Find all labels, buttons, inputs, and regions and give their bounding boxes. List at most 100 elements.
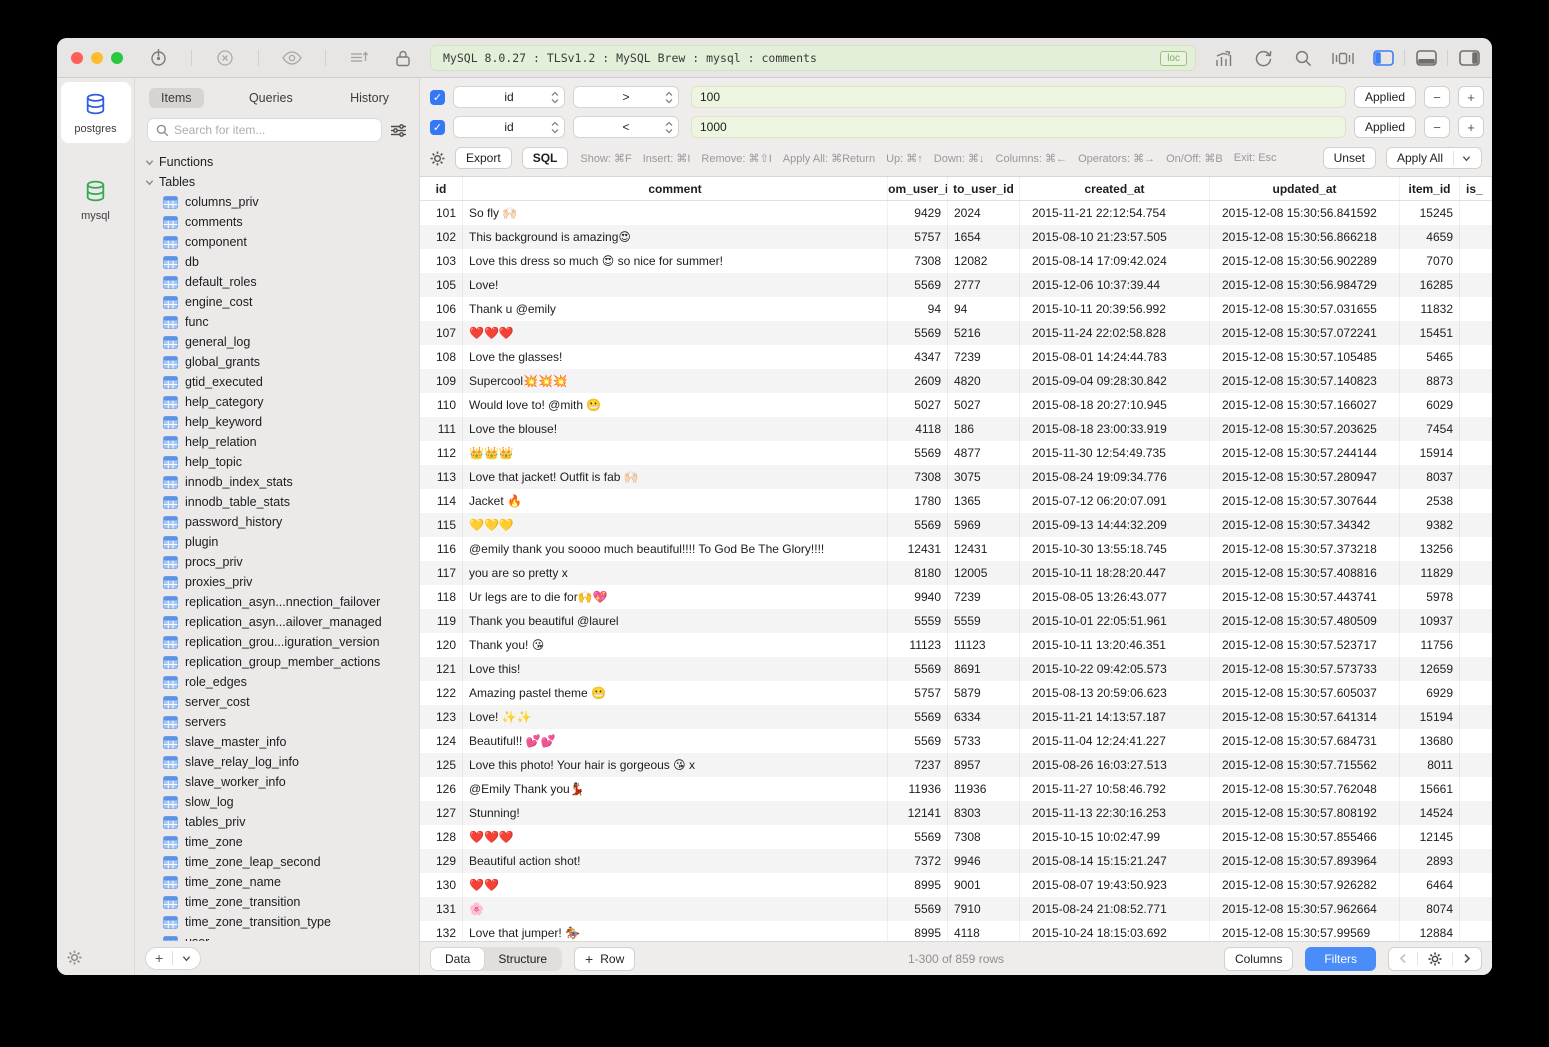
next-page-button[interactable] [1453,948,1481,970]
table-row[interactable]: 123Love! ✨✨556963342015-11-21 14:13:57.1… [420,705,1492,729]
table-row[interactable]: 128❤️❤️❤️556973082015-10-15 10:02:47.992… [420,825,1492,849]
filters-button[interactable]: Filters [1305,947,1376,971]
filter-operator-select[interactable]: > [573,86,679,108]
sidebar-table-item[interactable]: help_topic [135,452,419,472]
sidebar-table-item[interactable]: time_zone_transition [135,892,419,912]
column-header-id[interactable]: id [420,177,463,200]
sidebar-table-item[interactable]: password_history [135,512,419,532]
sidebar-table-item[interactable]: slave_worker_info [135,772,419,792]
sidebar-table-item[interactable]: columns_priv [135,192,419,212]
settings-gear-icon[interactable] [67,950,82,965]
sidebar-table-item[interactable]: comments [135,212,419,232]
column-header-comment[interactable]: comment [463,177,888,200]
connection-mysql[interactable]: mysql [61,169,131,230]
table-row[interactable]: 119Thank you beautiful @laurel5559555920… [420,609,1492,633]
tree-group-tables[interactable]: Tables [135,172,419,192]
page-settings-gear-icon[interactable] [1418,948,1452,970]
table-row[interactable]: 115💛💛💛556959692015-09-13 14:44:32.209201… [420,513,1492,537]
filter-value-input[interactable] [691,86,1346,108]
table-row[interactable]: 129Beautiful action shot!737299462015-08… [420,849,1492,873]
sidebar-table-item[interactable]: help_relation [135,432,419,452]
filter-enabled-checkbox[interactable]: ✓ [430,90,445,105]
sidebar-table-item[interactable]: help_keyword [135,412,419,432]
lock-icon[interactable] [392,47,414,69]
chart-icon[interactable] [1212,47,1234,69]
columns-button[interactable]: Columns [1224,947,1293,971]
tab-items[interactable]: Items [149,88,204,108]
filter-enabled-checkbox[interactable]: ✓ [430,120,445,135]
table-row[interactable]: 107❤️❤️❤️556952162015-11-24 22:02:58.828… [420,321,1492,345]
sidebar-table-item[interactable]: plugin [135,532,419,552]
minimize-window-button[interactable] [91,52,103,64]
filter-column-select[interactable]: id [453,116,565,138]
sidebar-table-item[interactable]: general_log [135,332,419,352]
sidebar-table-item[interactable]: slow_log [135,792,419,812]
sidebar-table-item[interactable]: help_category [135,392,419,412]
previous-page-button[interactable] [1389,948,1417,970]
remove-filter-button[interactable]: − [1424,116,1450,138]
toggle-right-panel-icon[interactable] [1458,47,1480,69]
disconnect-icon[interactable] [214,47,236,69]
table-row[interactable]: 126@Emily Thank you💃🏾11936119362015-11-2… [420,777,1492,801]
sidebar-table-item[interactable]: innodb_index_stats [135,472,419,492]
table-row[interactable]: 121Love this!556986912015-10-22 09:42:05… [420,657,1492,681]
table-row[interactable]: 131🌸556979102015-08-24 21:08:52.7712015-… [420,897,1492,921]
column-header-to_user_id[interactable]: to_user_id [948,177,1020,200]
filter-column-select[interactable]: id [453,86,565,108]
sidebar-table-item[interactable]: component [135,232,419,252]
add-row-button[interactable]: + Row [574,947,635,971]
add-item-menu-button[interactable] [173,948,200,969]
add-item-button[interactable]: + [146,948,172,969]
tab-structure[interactable]: Structure [484,948,561,970]
table-row[interactable]: 130❤️❤️899590012015-08-07 19:43:50.92320… [420,873,1492,897]
table-row[interactable]: 113Love that jacket! Outfit is fab 🙌🏻730… [420,465,1492,489]
column-header-is_[interactable]: is_ [1460,177,1492,200]
table-row[interactable]: 124Beautiful!! 💕💕556957332015-11-04 12:2… [420,729,1492,753]
column-header-updated_at[interactable]: updated_at [1210,177,1400,200]
sidebar-table-item[interactable]: slave_relay_log_info [135,752,419,772]
tab-data[interactable]: Data [431,948,484,970]
connection-postgres[interactable]: postgres [61,82,131,143]
table-row[interactable]: 122Amazing pastel theme 😬575758792015-08… [420,681,1492,705]
column-header-from_user_id[interactable]: from_user_id [888,177,948,200]
sidebar-table-item[interactable]: time_zone_leap_second [135,852,419,872]
sidebar-table-item[interactable]: func [135,312,419,332]
zoom-window-button[interactable] [111,52,123,64]
sidebar-table-item[interactable]: time_zone_transition_type [135,912,419,932]
commit-rows-icon[interactable] [348,47,370,69]
unset-button[interactable]: Unset [1323,147,1376,169]
table-row[interactable]: 110Would love to! @mith 😬502750272015-08… [420,393,1492,417]
sql-button[interactable]: SQL [522,147,569,169]
sidebar-table-item[interactable]: user [135,932,419,941]
table-row[interactable]: 125Love this photo! Your hair is gorgeou… [420,753,1492,777]
sidebar-table-item[interactable]: gtid_executed [135,372,419,392]
refresh-icon[interactable] [1252,47,1274,69]
sidebar-table-item[interactable]: tables_priv [135,812,419,832]
applied-button[interactable]: Applied [1354,86,1416,108]
sidebar-table-item[interactable]: role_edges [135,672,419,692]
table-row[interactable]: 111Love the blouse!41181862015-08-18 23:… [420,417,1492,441]
column-header-item_id[interactable]: item_id [1400,177,1460,200]
sidebar-table-item[interactable]: replication_asyn...nnection_failover [135,592,419,612]
add-filter-button[interactable]: + [1458,116,1484,138]
table-row[interactable]: 117you are so pretty x8180120052015-10-1… [420,561,1492,585]
item-search-field[interactable] [147,118,382,142]
toggle-left-panel-icon[interactable] [1372,47,1394,69]
filter-operator-select[interactable]: < [573,116,679,138]
search-input[interactable] [174,123,373,137]
sidebar-table-item[interactable]: replication_asyn...ailover_managed [135,612,419,632]
tab-queries[interactable]: Queries [237,88,305,108]
sidebar-table-item[interactable]: global_grants [135,352,419,372]
table-row[interactable]: 127Stunning!1214183032015-11-13 22:30:16… [420,801,1492,825]
table-row[interactable]: 114Jacket 🔥178013652015-07-12 06:20:07.0… [420,489,1492,513]
sidebar-table-item[interactable]: server_cost [135,692,419,712]
table-row[interactable]: 106Thank u @emily94942015-10-11 20:39:56… [420,297,1492,321]
sidebar-table-item[interactable]: slave_master_info [135,732,419,752]
search-icon[interactable] [1292,47,1314,69]
sidebar-table-item[interactable]: engine_cost [135,292,419,312]
table-row[interactable]: 103Love this dress so much 😍 so nice for… [420,249,1492,273]
sidebar-table-item[interactable]: servers [135,712,419,732]
table-row[interactable]: 109Supercool💥💥💥260948202015-09-04 09:28:… [420,369,1492,393]
sidebar-table-item[interactable]: replication_grou...iguration_version [135,632,419,652]
filter-settings-gear-icon[interactable] [430,151,445,166]
